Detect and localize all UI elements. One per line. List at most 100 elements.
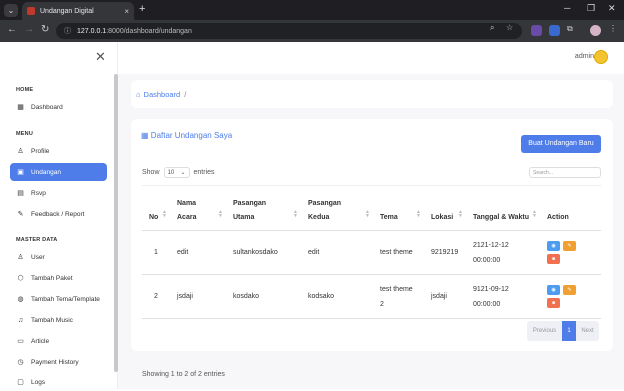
sidebar-item-logs[interactable]: ▢ Logs <box>10 373 107 391</box>
table-info: Showing 1 to 2 of 2 entries <box>142 371 225 378</box>
zoom-icon[interactable]: ⌕ <box>490 23 494 33</box>
sidebar-item-tambah-music[interactable]: ♫ Tambah Music <box>10 311 107 329</box>
cell-no: 1 <box>142 230 170 275</box>
cell-nama-acara: edit <box>170 230 226 275</box>
pagination-next[interactable]: Next <box>576 321 599 341</box>
edit-button[interactable]: ✎ <box>563 285 576 295</box>
sidebar-item-profile[interactable]: ♙ Profile <box>10 142 107 160</box>
calendar-icon: ▤ <box>17 190 24 197</box>
browser-tab[interactable]: Undangan Digital × <box>22 2 134 20</box>
logs-icon: ▢ <box>17 379 24 386</box>
back-icon[interactable]: ← <box>7 24 17 35</box>
pagination-previous[interactable]: Previous <box>527 321 562 341</box>
sort-icon: ▲ ▼ <box>416 209 421 219</box>
eye-icon: ◉ <box>551 287 556 293</box>
sidebar-item-feedback[interactable]: ✎ Feedback / Report <box>10 205 107 223</box>
site-info-icon[interactable]: ⓘ <box>64 26 71 36</box>
cell-pasangan-kedua: kodsako <box>301 274 373 319</box>
music-icon: ♫ <box>17 316 24 324</box>
cell-action: ◉ ✎ ■ <box>540 274 601 319</box>
reload-icon[interactable]: ↻ <box>41 24 49 35</box>
palette-icon: ◍ <box>17 296 24 303</box>
create-undangan-button[interactable]: Buat Undangan Baru <box>521 135 601 153</box>
address-bar[interactable]: ⓘ 127.0.0.1:8000/dashboard/undangan <box>56 23 522 39</box>
profile-icon[interactable] <box>590 25 601 36</box>
view-button[interactable]: ◉ <box>547 241 560 251</box>
grid-icon: ▦ <box>17 104 24 111</box>
sidebar-item-label: Profile <box>31 147 50 155</box>
home-icon: ⌂ <box>136 89 141 99</box>
table-row: 2 jsdaji kosdako kodsako test theme 2 js… <box>142 274 601 319</box>
view-button[interactable]: ◉ <box>547 285 560 295</box>
tab-close-icon[interactable]: × <box>124 7 129 16</box>
avatar[interactable] <box>594 50 608 64</box>
sidebar-item-label: Tambah Tema/Template <box>31 295 100 303</box>
sort-icon: ▲ ▼ <box>162 209 167 219</box>
tab-bar: ⌄ Undangan Digital × + ─ ❐ ✕ <box>0 0 624 20</box>
favicon-icon <box>27 7 35 15</box>
column-header-pasangan-kedua[interactable]: Pasangan Kedua ▲ ▼ <box>301 185 373 231</box>
edit-button[interactable]: ✎ <box>563 241 576 251</box>
breadcrumb-dashboard-link[interactable]: Dashboard <box>144 90 181 99</box>
sort-icon: ▲ ▼ <box>218 209 223 219</box>
sidebar-item-label: Feedback / Report <box>31 210 85 218</box>
maximize-icon[interactable]: ❐ <box>587 3 595 14</box>
sidebar-item-payment-history[interactable]: ◷ Payment History <box>10 353 107 371</box>
cell-nama-acara: jsdaji <box>170 274 226 319</box>
url-text: 127.0.0.1:8000/dashboard/undangan <box>77 27 192 35</box>
sidebar-item-article[interactable]: ▭ Article <box>10 332 107 350</box>
sidebar-item-undangan[interactable]: ▣ Undangan <box>10 163 107 181</box>
column-header-no[interactable]: No ▲ ▼ <box>142 185 170 231</box>
new-tab-icon[interactable]: + <box>139 3 145 15</box>
sidebar-item-label: Rsvp <box>31 189 46 197</box>
delete-button[interactable]: ■ <box>547 254 560 264</box>
cell-tema: test theme 2 <box>373 274 424 319</box>
sidebar-item-label: Article <box>31 337 50 345</box>
sidebar-close-icon[interactable]: ✕ <box>95 49 106 65</box>
column-header-pasangan-utama[interactable]: Pasangan Utama ▲ ▼ <box>226 185 301 231</box>
sidebar-item-tambah-tema[interactable]: ◍ Tambah Tema/Template <box>10 290 107 308</box>
pencil-icon: ✎ <box>17 211 24 218</box>
sort-icon: ▲ ▼ <box>293 209 298 219</box>
extension-icon[interactable] <box>549 25 560 36</box>
entries-select-value: 10 <box>167 169 175 176</box>
column-header-lokasi[interactable]: Lokasi ▲ ▼ <box>424 185 466 231</box>
tab-search-icon[interactable]: ⌄ <box>4 4 18 17</box>
pencil-icon: ✎ <box>567 243 572 249</box>
extensions-puzzle-icon[interactable]: ⧉ <box>567 24 573 34</box>
cell-pasangan-utama: sultankosdako <box>226 230 301 275</box>
column-header-tanggal-waktu[interactable]: Tanggal & Waktu ▲ ▼ <box>466 185 540 231</box>
eye-icon: ◉ <box>551 243 556 249</box>
top-navbar: admin <box>118 42 624 74</box>
cell-no: 2 <box>142 274 170 319</box>
column-header-tema[interactable]: Tema ▲ ▼ <box>373 185 424 231</box>
column-header-nama-acara[interactable]: Nama Acara ▲ ▼ <box>170 185 226 231</box>
sidebar-item-dashboard[interactable]: ▦ Dashboard <box>10 98 107 116</box>
sidebar-scrollbar[interactable] <box>114 74 118 372</box>
entries-select[interactable]: 10 ⌄ <box>163 167 190 178</box>
extension-icon[interactable] <box>531 25 542 36</box>
sidebar-item-rsvp[interactable]: ▤ Rsvp <box>10 184 107 202</box>
bookmark-star-icon[interactable]: ☆ <box>506 23 513 32</box>
delete-button[interactable]: ■ <box>547 298 560 308</box>
sidebar-item-tambah-paket[interactable]: ⬡ Tambah Paket <box>10 269 107 287</box>
sidebar-section-home: HOME <box>16 87 34 93</box>
card-title: ▦ Daftar Undangan Saya <box>141 131 232 140</box>
sidebar-item-user[interactable]: ♙ User <box>10 248 107 266</box>
show-label: Show <box>142 169 160 176</box>
window-close-icon[interactable]: ✕ <box>608 3 616 14</box>
entries-length-control: Show 10 ⌄ entries <box>142 167 215 178</box>
username[interactable]: admin <box>575 53 594 60</box>
card-title-text: Daftar Undangan Saya <box>150 131 233 140</box>
forward-icon[interactable]: → <box>24 24 34 35</box>
search-input[interactable]: Search... <box>529 167 601 178</box>
sidebar-item-label: Dashboard <box>31 103 63 111</box>
minimize-icon[interactable]: ─ <box>564 3 570 13</box>
cell-action: ◉ ✎ ■ <box>540 230 601 275</box>
pagination-page-1[interactable]: 1 <box>562 321 576 341</box>
sidebar-item-label: Tambah Paket <box>31 274 73 282</box>
sidebar-item-label: User <box>31 253 45 261</box>
browser-menu-icon[interactable]: ⋮ <box>609 24 617 33</box>
cell-pasangan-kedua: edit <box>301 230 373 275</box>
history-icon: ◷ <box>17 359 24 366</box>
